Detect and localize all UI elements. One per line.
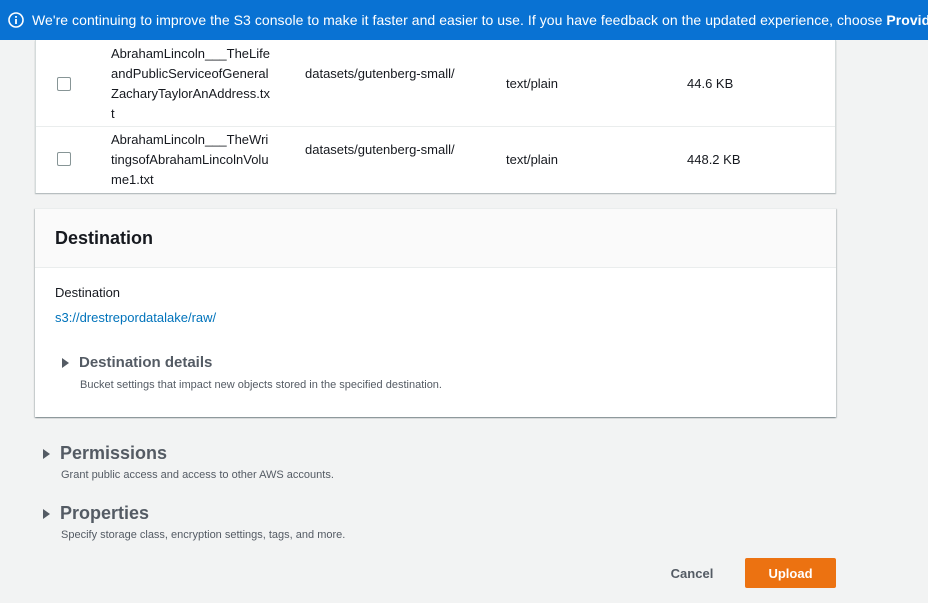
destination-panel: Destination Destination s3://drestrepord… [35, 208, 836, 417]
file-size: 448.2 KB [687, 152, 741, 167]
banner-message: We're continuing to improve the S3 conso… [32, 12, 928, 28]
provide-feedback-link[interactable]: Provide feedback [886, 12, 928, 28]
file-type: text/plain [506, 76, 559, 91]
destination-details-title: Destination details [79, 354, 213, 371]
file-name: AbrahamLincoln___TheWritingsofAbrahamLin… [111, 132, 269, 187]
info-icon [8, 12, 24, 28]
upload-button[interactable]: Upload [745, 558, 836, 588]
caret-right-icon [43, 508, 50, 519]
destination-header: Destination [35, 209, 836, 268]
properties-expander[interactable]: Properties [43, 503, 149, 524]
row-checkbox[interactable] [57, 152, 71, 166]
files-table: AbrahamLincoln___TheLifeandPublicService… [35, 40, 836, 193]
destination-link[interactable]: s3://drestrepordatalake/raw/ [55, 310, 216, 325]
file-type: text/plain [506, 152, 559, 167]
file-folder: datasets/gutenberg-small/ [305, 66, 455, 81]
permissions-title: Permissions [60, 443, 168, 463]
destination-label: Destination [55, 285, 121, 300]
permissions-expander[interactable]: Permissions [43, 443, 167, 464]
file-folder: datasets/gutenberg-small/ [305, 142, 455, 157]
info-banner: We're continuing to improve the S3 conso… [0, 0, 928, 40]
destination-details-description: Bucket settings that impact new objects … [80, 379, 442, 391]
table-row: AbrahamLincoln___TheWritingsofAbrahamLin… [36, 127, 835, 193]
table-row: AbrahamLincoln___TheLifeandPublicService… [36, 40, 835, 127]
properties-title: Properties [60, 503, 150, 523]
row-checkbox[interactable] [57, 77, 71, 91]
destination-details-expander[interactable]: Destination details [62, 354, 212, 371]
permissions-description: Grant public access and access to other … [61, 469, 334, 481]
file-size: 44.6 KB [687, 76, 734, 91]
caret-right-icon [43, 448, 50, 459]
properties-description: Specify storage class, encryption settin… [61, 529, 346, 541]
file-name: AbrahamLincoln___TheLifeandPublicService… [111, 46, 270, 121]
caret-right-icon [62, 357, 69, 368]
cancel-button[interactable]: Cancel [652, 558, 732, 588]
destination-title: Destination [55, 228, 154, 248]
